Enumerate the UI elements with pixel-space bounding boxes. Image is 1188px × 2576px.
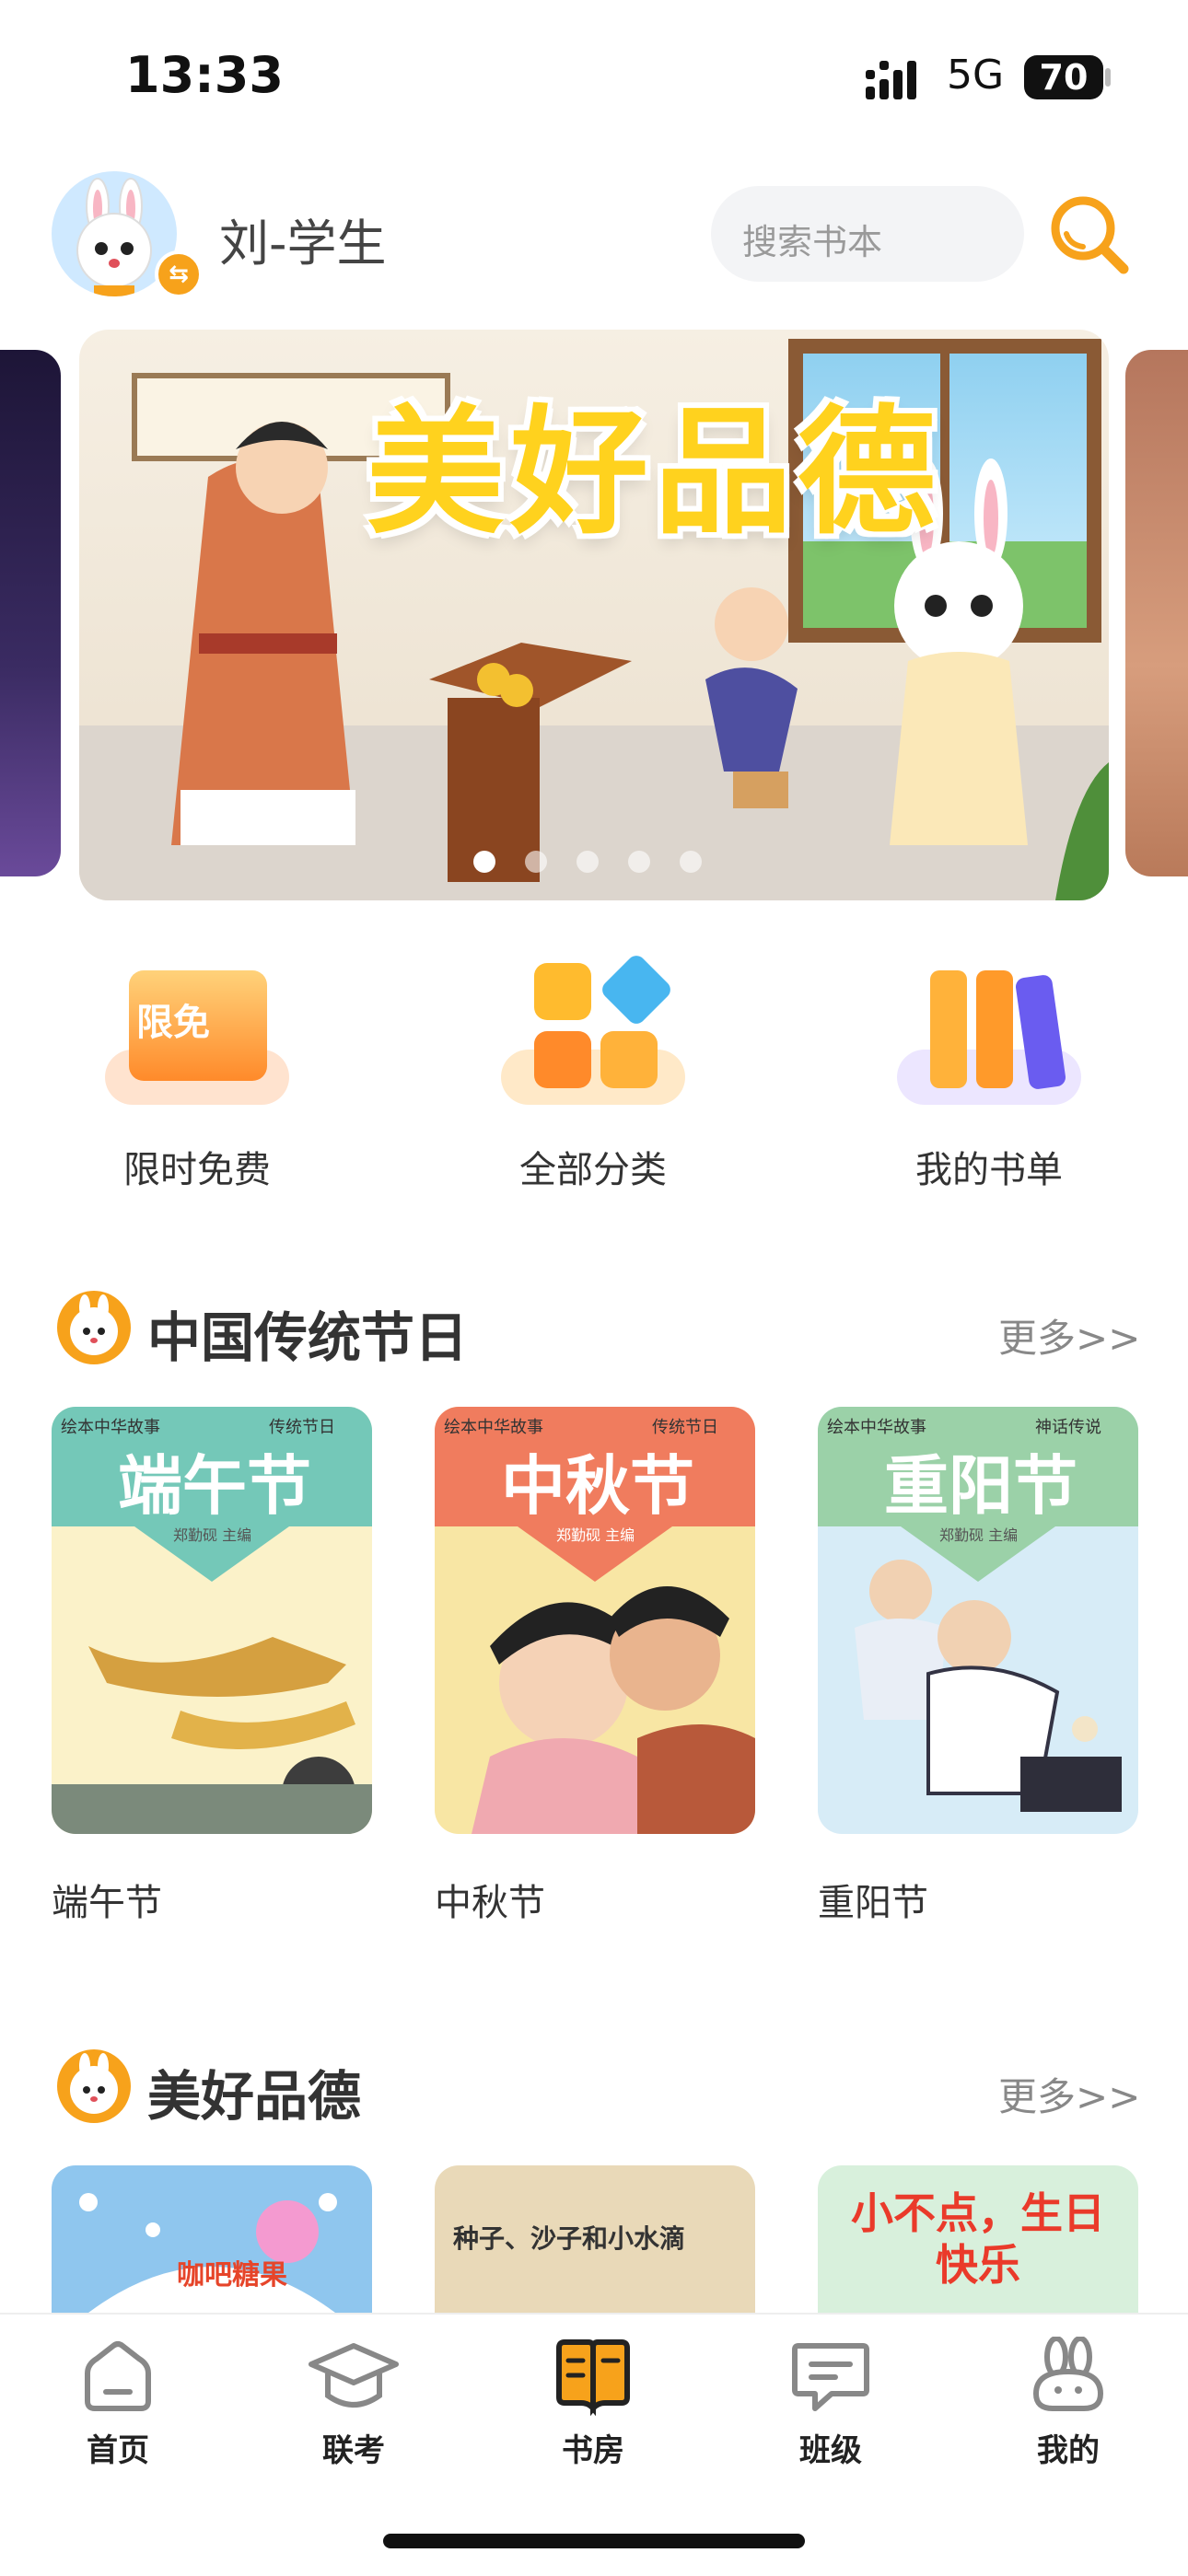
tab-label: 书房 <box>562 2432 624 2469</box>
entry-free-limited[interactable]: 限免 限时免费 <box>87 957 308 1193</box>
carousel-dot[interactable] <box>577 851 599 873</box>
book-icon <box>556 2339 630 2417</box>
carousel-dots <box>473 851 702 873</box>
graduation-cap-icon <box>309 2343 399 2408</box>
banner-title: 美好品德 <box>367 393 942 553</box>
categories-grid-icon <box>492 951 694 1114</box>
carousel-dot[interactable] <box>473 851 495 873</box>
status-time: 13:33 <box>125 46 284 104</box>
tab-exam[interactable]: 联考 <box>262 2337 446 2470</box>
tab-label: 我的 <box>1037 2432 1100 2469</box>
network-label: 5G <box>947 52 1005 99</box>
entry-label: 全部分类 <box>519 1149 667 1191</box>
tab-label: 班级 <box>799 2432 862 2469</box>
book-cover[interactable]: 小不点，生日快乐 <box>818 2165 1138 2313</box>
entry-label: 限时免费 <box>123 1149 271 1191</box>
search-icon[interactable] <box>1046 191 1135 280</box>
booklist-icon <box>888 957 1090 1114</box>
more-link[interactable]: 更多>> <box>998 2066 1140 2122</box>
carousel-dot[interactable] <box>525 851 547 873</box>
book-title[interactable]: 重阳节 <box>818 1873 928 1926</box>
book-title[interactable]: 端午节 <box>52 1873 162 1926</box>
rabbit-section-icon <box>57 2049 131 2123</box>
book-cover[interactable]: 咖吧糖果 <box>52 2165 372 2313</box>
section-title: 中国传统节日 <box>147 1306 469 1369</box>
tab-mine[interactable]: 我的 <box>976 2336 1160 2470</box>
entry-all-categories[interactable]: 全部分类 <box>483 951 704 1193</box>
book-cover[interactable]: 种子、沙子和小水滴 <box>435 2165 755 2313</box>
battery-indicator: 70 <box>1024 55 1103 99</box>
tab-class[interactable]: 班级 <box>739 2337 923 2470</box>
book-cover[interactable]: 绘本中华故事 神话传说 重阳节 郑勤砚 主编 <box>818 1407 1138 1834</box>
book-title[interactable]: 中秋节 <box>435 1873 545 1926</box>
chat-bubble-icon <box>792 2343 869 2411</box>
switch-account-icon[interactable]: ⇆ <box>155 250 203 298</box>
signal-icon <box>866 61 916 99</box>
username: 刘-学生 <box>219 215 387 273</box>
carousel-dot[interactable] <box>680 851 702 873</box>
tab-study[interactable]: 书房 <box>501 2337 685 2470</box>
more-link[interactable]: 更多>> <box>998 1307 1140 1363</box>
rabbit-icon <box>1032 2336 1104 2411</box>
entry-label: 我的书单 <box>915 1149 1063 1191</box>
book-cover[interactable]: 绘本中华故事 传统节日 端午节 郑勤砚 主编 <box>52 1407 372 1834</box>
entry-my-booklist[interactable]: 我的书单 <box>879 957 1100 1193</box>
tab-label: 首页 <box>87 2432 149 2469</box>
home-icon <box>85 2341 151 2411</box>
carousel-dot[interactable] <box>628 851 650 873</box>
banner-next-peek[interactable] <box>1125 350 1188 876</box>
banner-prev-peek[interactable] <box>0 350 61 876</box>
section-title: 美好品德 <box>147 2065 362 2128</box>
limited-free-icon: 限免 <box>96 957 298 1114</box>
book-cover[interactable]: 绘本中华故事 传统节日 中秋节 郑勤砚 主编 <box>435 1407 755 1834</box>
search-placeholder: 搜索书本 <box>742 222 883 262</box>
rabbit-section-icon <box>57 1291 131 1364</box>
tab-home[interactable]: 首页 <box>26 2337 210 2470</box>
battery-nub <box>1105 68 1111 87</box>
home-indicator <box>383 2534 805 2548</box>
tab-label: 联考 <box>322 2432 385 2469</box>
